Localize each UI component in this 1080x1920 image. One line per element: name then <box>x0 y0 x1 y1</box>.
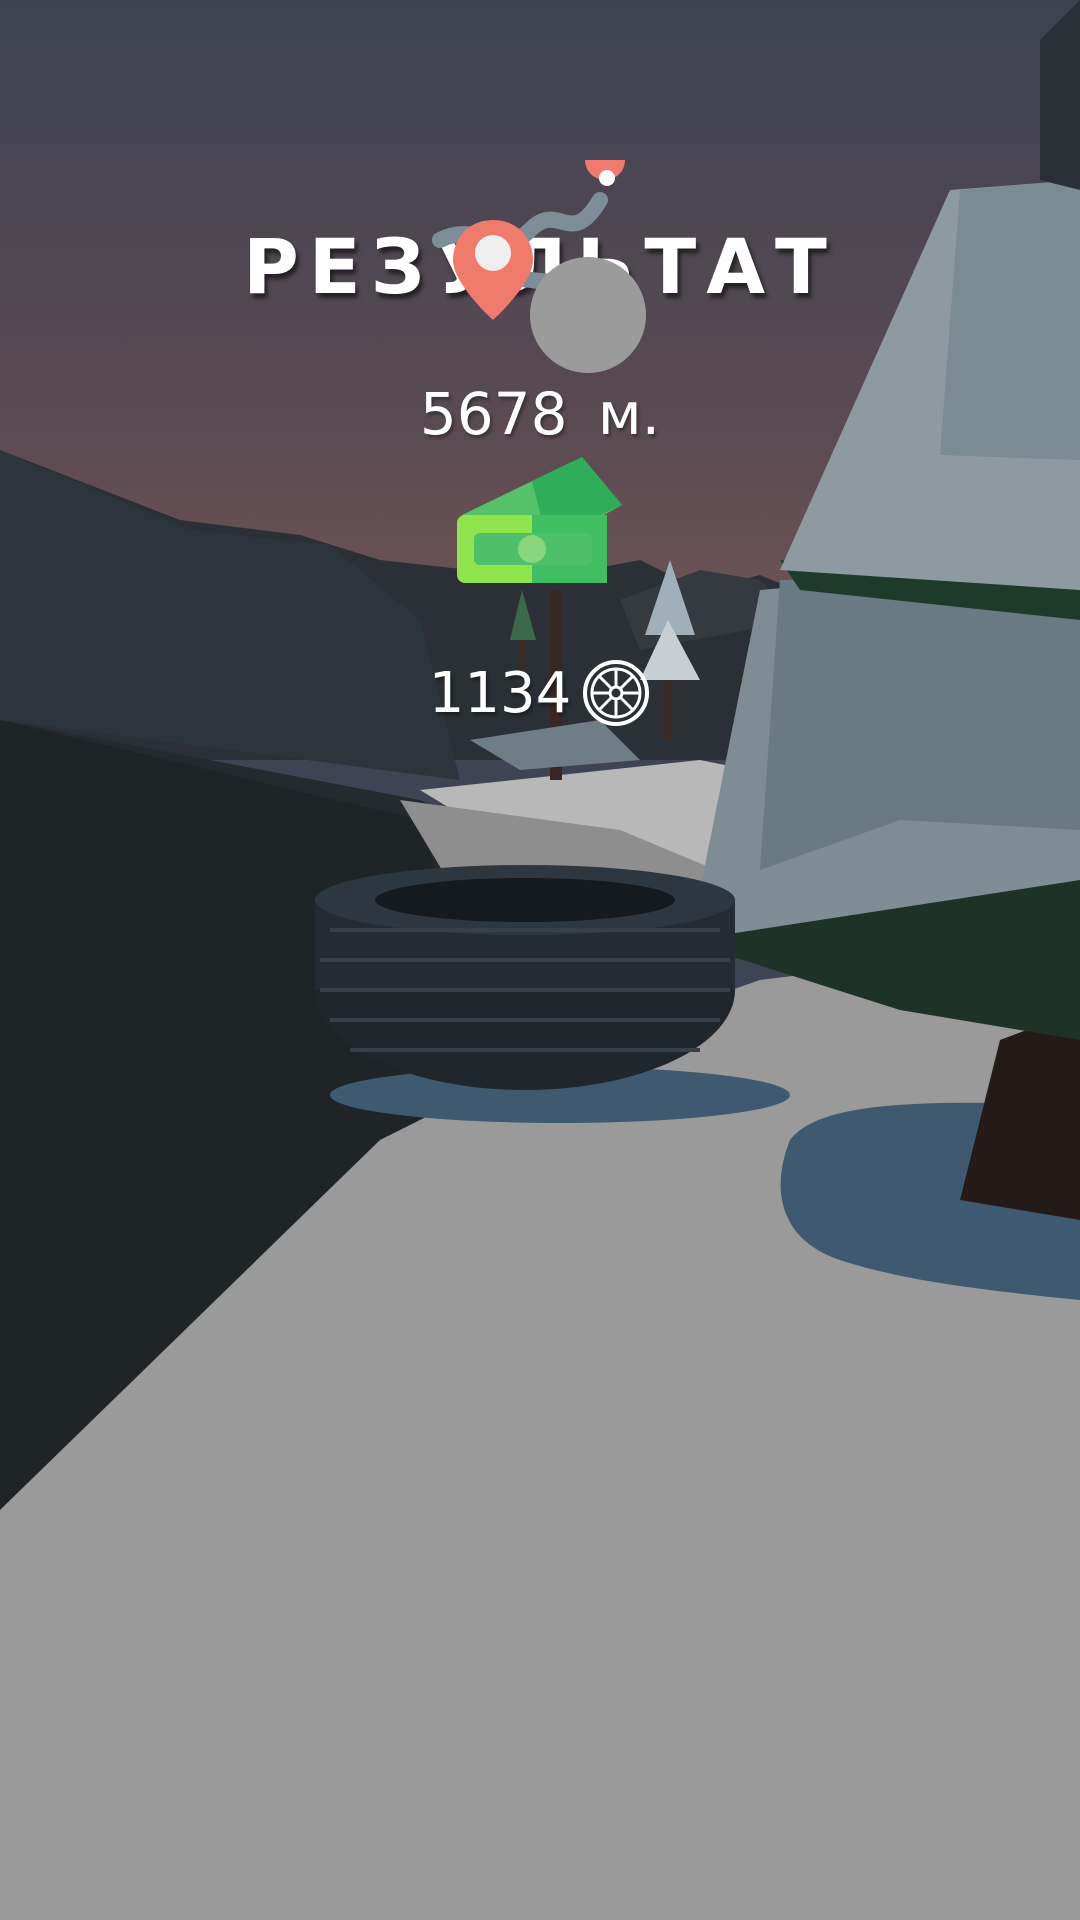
route-map-pin-icon <box>432 160 646 373</box>
wheel-rim-icon <box>583 660 650 726</box>
coins-value: 1134 <box>428 660 572 726</box>
distance-value: 5678 м. <box>419 380 661 448</box>
cash-money-icon <box>457 457 622 583</box>
coins-counter: 1134 <box>0 658 1080 728</box>
tire <box>315 865 735 1090</box>
